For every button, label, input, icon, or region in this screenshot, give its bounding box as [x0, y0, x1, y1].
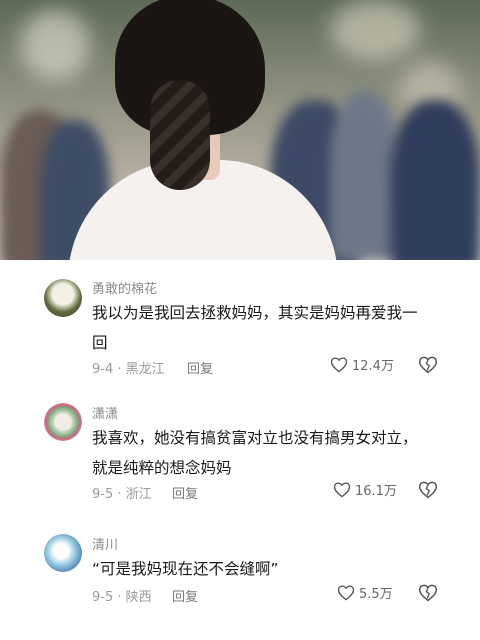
- broken-heart-icon: [418, 481, 438, 499]
- dislike-button[interactable]: [418, 480, 438, 499]
- comment-item: 潇潇 我喜欢，她没有搞贫富对立也没有搞男女对立， 就是纯粹的想念妈妈 9-5 ·…: [0, 385, 480, 510]
- dislike-button[interactable]: [418, 583, 438, 602]
- comment-date: 9-5: [92, 487, 114, 502]
- dislike-button[interactable]: [418, 355, 438, 374]
- comment-meta: 9-5 · 陕西: [92, 590, 152, 605]
- reply-button[interactable]: 回复: [172, 586, 198, 605]
- heart-outline-icon: [330, 357, 348, 373]
- comment-date: 9-5: [92, 590, 114, 605]
- reply-button[interactable]: 回复: [187, 358, 213, 377]
- comment-text-line: 回: [92, 334, 108, 352]
- broken-heart-icon: [418, 356, 438, 374]
- heart-outline-icon: [337, 585, 355, 601]
- hero-photo[interactable]: [0, 0, 480, 260]
- avatar[interactable]: [44, 534, 82, 572]
- comment-location: 陕西: [125, 590, 152, 605]
- comment-item: 清川 “可是我妈现在还不会缝啊” 9-5 · 陕西 回复 5.5万: [0, 518, 480, 618]
- like-button[interactable]: 12.4万: [330, 355, 394, 374]
- comment-text-line: “可是我妈现在还不会缝啊”: [92, 560, 279, 578]
- like-button[interactable]: 16.1万: [333, 480, 397, 499]
- comment-date: 9-4: [92, 362, 114, 377]
- broken-heart-icon: [418, 584, 438, 602]
- comment-text-line: 我以为是我回去拯救妈妈，其实是妈妈再爱我一: [92, 304, 418, 322]
- comment-username[interactable]: 潇潇: [92, 403, 118, 422]
- comment-text: “可是我妈现在还不会缝啊”: [92, 554, 437, 584]
- comment-username[interactable]: 勇敢的棉花: [92, 278, 157, 297]
- comment-item: 勇敢的棉花 我以为是我回去拯救妈妈，其实是妈妈再爱我一 回 9-4 · 黑龙江 …: [0, 260, 480, 380]
- comment-username[interactable]: 清川: [92, 534, 118, 553]
- comment-meta: 9-5 · 浙江: [92, 487, 152, 502]
- comment-text: 我喜欢，她没有搞贫富对立也没有搞男女对立， 就是纯粹的想念妈妈: [92, 423, 437, 483]
- avatar[interactable]: [44, 279, 82, 317]
- like-count: 5.5万: [359, 587, 393, 602]
- like-count: 16.1万: [355, 484, 397, 499]
- comment-location: 黑龙江: [125, 362, 165, 377]
- like-count: 12.4万: [352, 359, 394, 374]
- comment-text-line: 就是纯粹的想念妈妈: [92, 459, 232, 477]
- reply-button[interactable]: 回复: [172, 483, 198, 502]
- avatar[interactable]: [44, 403, 82, 441]
- comment-meta: 9-4 · 黑龙江: [92, 362, 165, 377]
- comment-text: 我以为是我回去拯救妈妈，其实是妈妈再爱我一 回: [92, 298, 437, 358]
- comment-location: 浙江: [125, 487, 152, 502]
- heart-outline-icon: [333, 482, 351, 498]
- comment-text-line: 我喜欢，她没有搞贫富对立也没有搞男女对立，: [92, 429, 418, 447]
- like-button[interactable]: 5.5万: [337, 583, 393, 602]
